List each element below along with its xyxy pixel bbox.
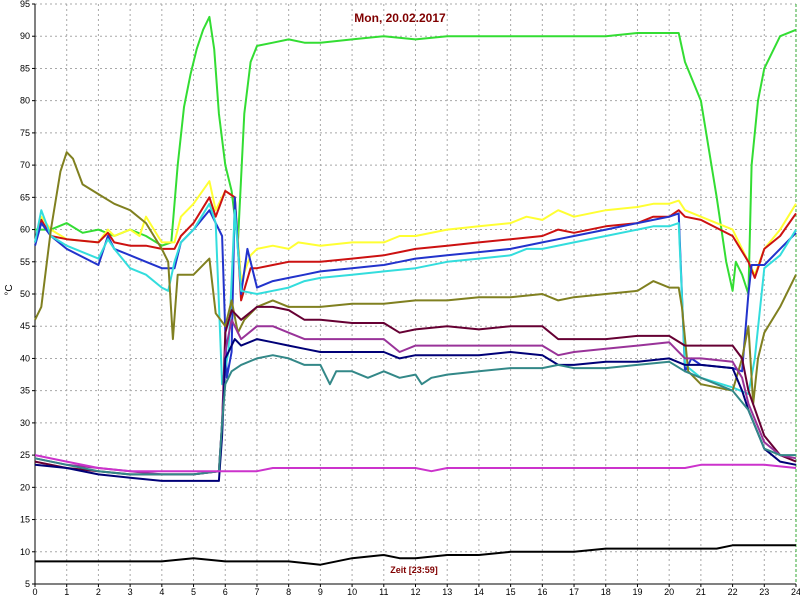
x-tick-label: 5	[191, 587, 196, 597]
x-tick-label: 10	[347, 587, 357, 597]
x-tick-label: 24	[791, 587, 800, 597]
series-line	[34, 454, 797, 473]
x-tick-label: 13	[442, 587, 452, 597]
x-tick-label: 4	[159, 587, 164, 597]
x-tick-label: 9	[318, 587, 323, 597]
y-tick-label: 30	[20, 418, 30, 428]
y-tick-label: 75	[20, 128, 30, 138]
series-line	[34, 180, 797, 283]
x-axis-label: Zeit [23:59]	[390, 565, 438, 575]
y-tick-label: 50	[20, 289, 30, 299]
x-tick-label: 16	[537, 587, 547, 597]
y-tick-label: 20	[20, 482, 30, 492]
y-tick-label: 70	[20, 160, 30, 170]
y-tick-label: 85	[20, 63, 30, 73]
y-tick-label: 60	[20, 225, 30, 235]
x-tick-label: 3	[128, 587, 133, 597]
x-tick-label: 17	[569, 587, 579, 597]
x-tick-label: 7	[254, 587, 259, 597]
x-tick-label: 22	[728, 587, 738, 597]
x-tick-label: 20	[664, 587, 674, 597]
x-tick-label: 21	[696, 587, 706, 597]
x-tick-label: 2	[96, 587, 101, 597]
chart-title: Mon, 20.02.2017	[354, 11, 446, 25]
x-tick-label: 19	[632, 587, 642, 597]
x-tick-label: 8	[286, 587, 291, 597]
x-tick-label: 6	[223, 587, 228, 597]
line-chart: 51015202530354045505560657075808590950 1 2…	[4, 0, 800, 597]
x-tick-label: 14	[474, 587, 484, 597]
y-tick-label: 80	[20, 96, 30, 106]
x-tick-label: 15	[506, 587, 516, 597]
y-tick-label: 10	[20, 547, 30, 557]
x-tick-label: 12	[410, 587, 420, 597]
y-tick-label: 15	[20, 515, 30, 525]
y-tick-label: 65	[20, 192, 30, 202]
y-tick-label: 45	[20, 321, 30, 331]
x-tick-label: 23	[759, 587, 769, 597]
x-tick-label: 18	[601, 587, 611, 597]
y-axis-label: °C	[4, 284, 15, 295]
y-tick-label: 35	[20, 386, 30, 396]
y-tick-label: 55	[20, 257, 30, 267]
y-tick-label: 90	[20, 31, 30, 41]
x-tick-label: 11	[379, 587, 388, 597]
y-tick-label: 5	[25, 579, 30, 589]
x-tick-label: 0	[32, 587, 37, 597]
y-tick-label: 40	[20, 353, 30, 363]
y-tick-label: 95	[20, 0, 30, 9]
y-tick-label: 25	[20, 450, 30, 460]
x-tick-label: 1	[64, 587, 69, 597]
